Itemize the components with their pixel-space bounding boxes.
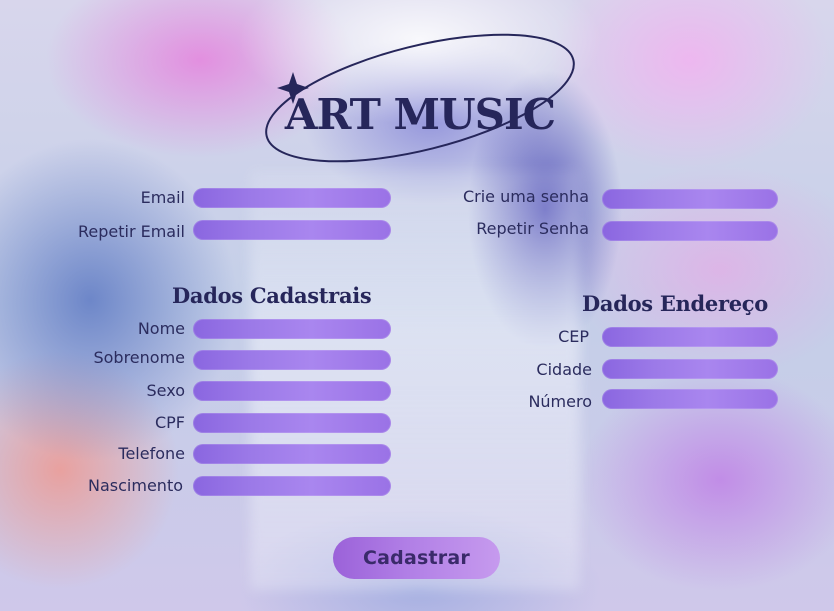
cpf-field[interactable]	[193, 413, 391, 433]
repeat-password-label: Repetir Senha	[476, 219, 589, 238]
telefone-row: Telefone	[0, 443, 392, 467]
nascimento-label: Nascimento	[88, 476, 183, 495]
sexo-label: Sexo	[146, 381, 185, 400]
section-title-cadastrais: Dados Cadastrais	[172, 283, 372, 308]
logo-text: ART MUSIC	[284, 90, 556, 139]
email-label: Email	[140, 188, 185, 207]
cep-field[interactable]	[602, 327, 778, 347]
cpf-row: CPF	[0, 412, 392, 436]
numero-field[interactable]	[602, 389, 778, 409]
cidade-row: Cidade	[400, 359, 780, 383]
repeat-email-label: Repetir Email	[77, 222, 185, 241]
cadastrar-button[interactable]: Cadastrar	[333, 537, 500, 579]
password-row: Crie uma senha	[400, 187, 780, 212]
cep-row: CEP	[400, 326, 780, 350]
sobrenome-field[interactable]	[193, 350, 391, 370]
nome-row: Nome	[0, 318, 392, 342]
cidade-label: Cidade	[536, 360, 592, 379]
nome-field[interactable]	[193, 319, 391, 339]
email-row: Email	[0, 187, 392, 211]
password-label: Crie uma senha	[462, 187, 589, 206]
telefone-field[interactable]	[193, 444, 391, 464]
logo: ART MUSIC	[255, 20, 585, 170]
nascimento-field[interactable]	[193, 476, 391, 496]
repeat-password-row: Repetir Senha	[400, 219, 780, 244]
repeat-password-field[interactable]	[602, 221, 778, 241]
nascimento-row: Nascimento	[0, 475, 392, 499]
cpf-label: CPF	[154, 413, 185, 432]
sobrenome-row: Sobrenome	[0, 347, 392, 371]
sexo-row: Sexo	[0, 380, 392, 404]
sexo-field[interactable]	[193, 381, 391, 401]
cidade-field[interactable]	[602, 359, 778, 379]
numero-row: Número	[400, 389, 780, 415]
password-field[interactable]	[602, 189, 778, 209]
telefone-label: Telefone	[118, 444, 185, 463]
repeat-email-row: Repetir Email	[0, 220, 392, 244]
numero-label: Número	[528, 392, 592, 411]
email-field[interactable]	[193, 188, 391, 208]
section-title-endereco: Dados Endereço	[582, 291, 768, 316]
sobrenome-label: Sobrenome	[93, 348, 185, 367]
nome-label: Nome	[137, 319, 185, 338]
cep-label: CEP	[558, 327, 589, 346]
repeat-email-field[interactable]	[193, 220, 391, 240]
